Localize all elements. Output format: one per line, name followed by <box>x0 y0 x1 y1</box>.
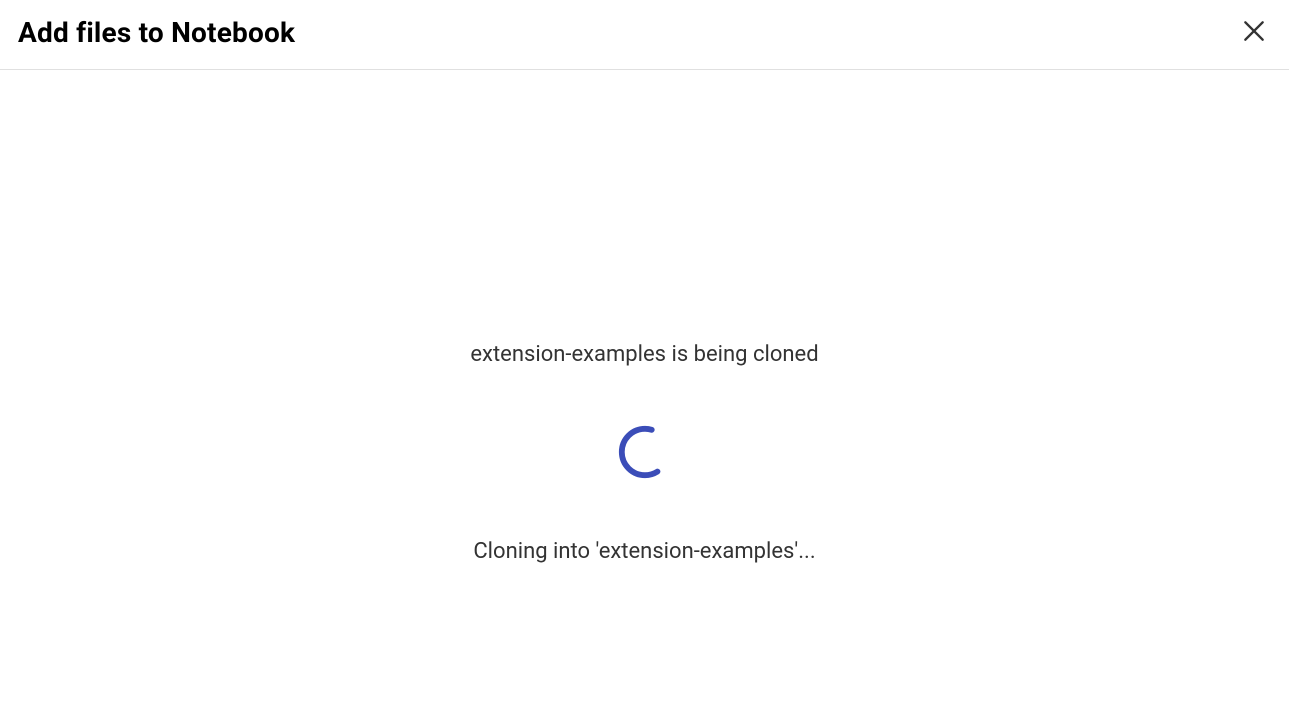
clone-status-heading: extension-examples is being cloned <box>470 342 818 367</box>
close-button[interactable] <box>1237 14 1271 51</box>
clone-progress-text: Cloning into 'extension-examples'... <box>473 539 815 564</box>
dialog-header: Add files to Notebook <box>0 0 1289 70</box>
dialog-content: extension-examples is being cloned Cloni… <box>0 70 1289 721</box>
dialog-title: Add files to Notebook <box>18 16 295 49</box>
add-files-dialog: Add files to Notebook extension-examples… <box>0 0 1289 721</box>
close-icon <box>1241 18 1267 47</box>
spinner-icon <box>616 466 674 485</box>
loading-spinner <box>616 423 674 481</box>
